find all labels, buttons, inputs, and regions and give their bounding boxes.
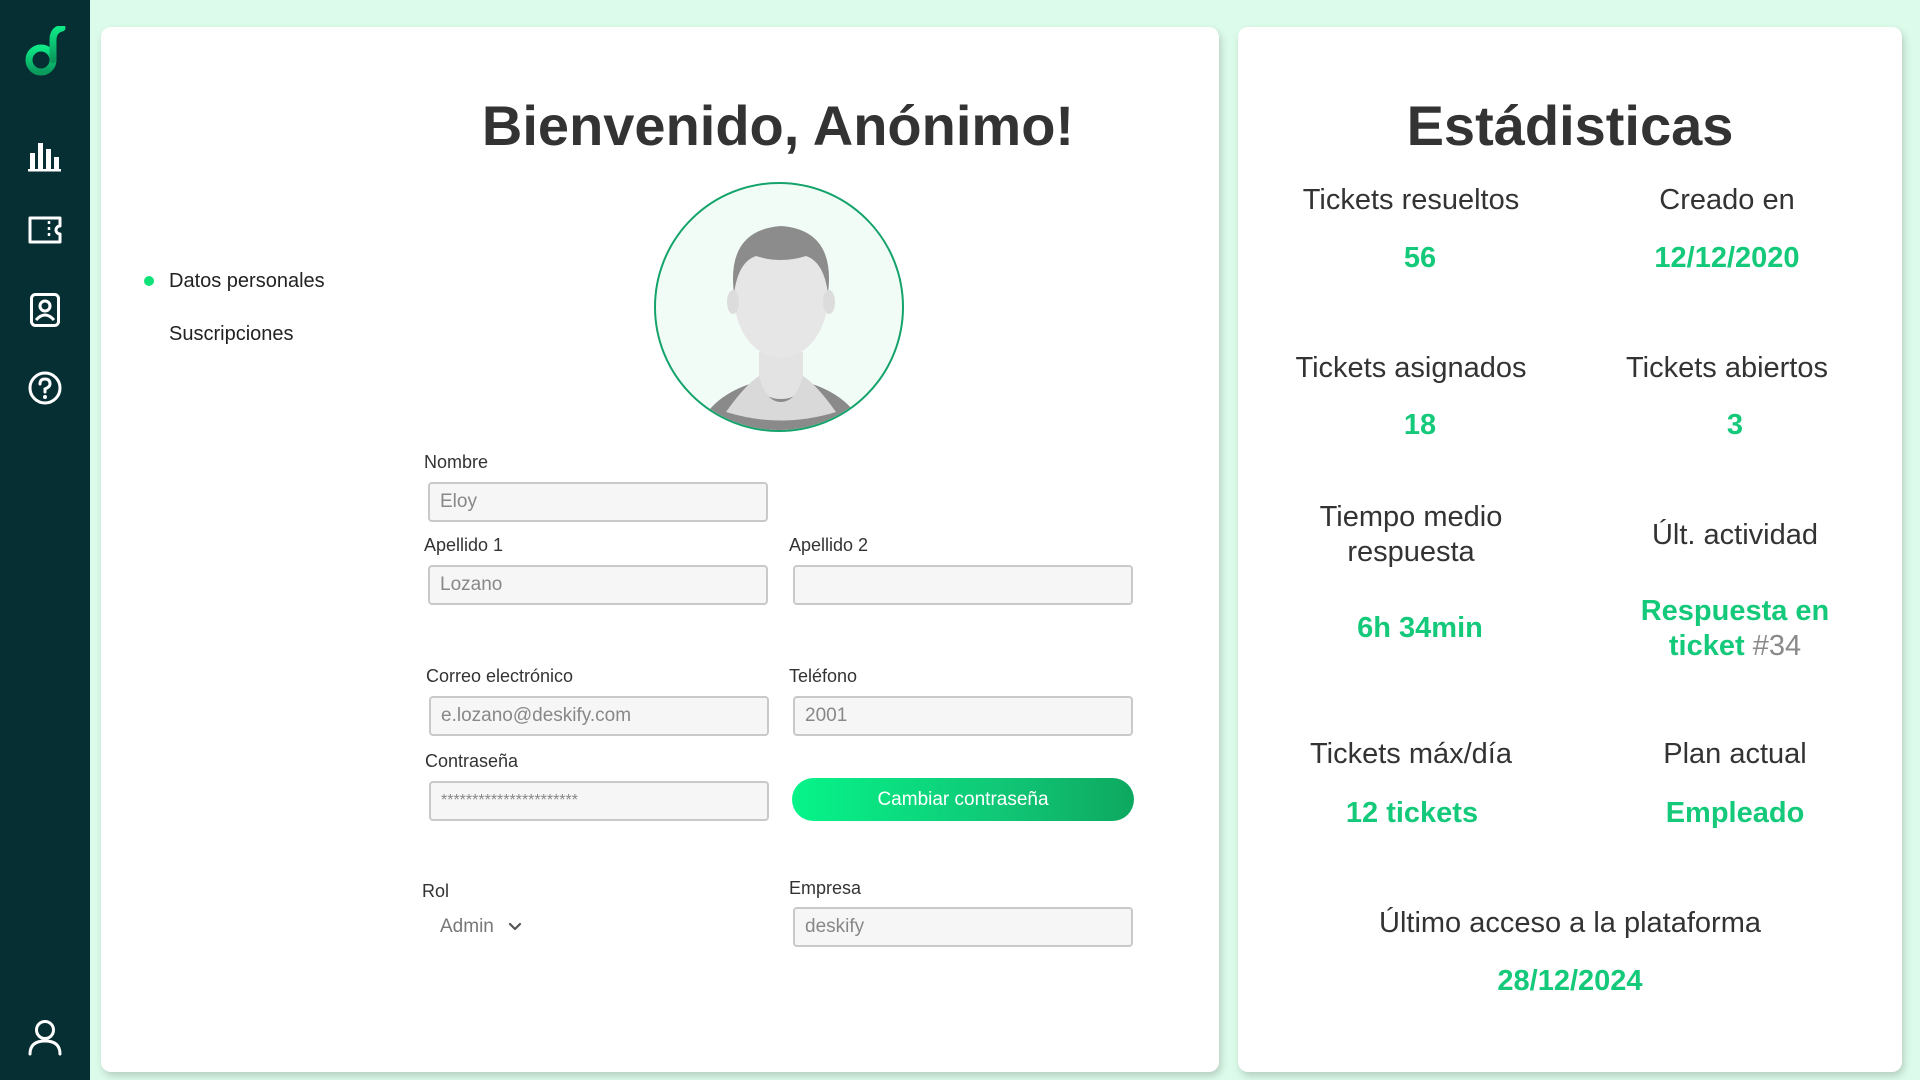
apellido2-label: Apellido 2	[789, 535, 869, 555]
stat-label-tiempo-medio: Tiempo medio respuesta	[1266, 500, 1556, 570]
rol-select[interactable]: Admin	[440, 914, 522, 940]
active-indicator	[144, 276, 154, 286]
stat-label-ultimo-acceso: Último acceso a la plataforma	[1379, 907, 1761, 939]
email-input[interactable]	[429, 696, 769, 736]
apellido1-label: Apellido 1	[424, 535, 504, 555]
stat-label-ultima-actividad: Últ. actividad	[1651, 519, 1818, 551]
stat-label-creado-en: Creado en	[1659, 184, 1795, 216]
stat-label-tickets-resueltos: Tickets resueltos	[1302, 184, 1520, 216]
email-label: Correo electrónico	[426, 666, 574, 686]
stat-label-tickets-asignados: Tickets asignados	[1295, 352, 1527, 384]
stats-title: Estádisticas	[1406, 94, 1734, 157]
contact-icon[interactable]	[20, 285, 70, 335]
stat-value-tiempo-medio: 6h 34min	[1357, 612, 1483, 644]
chevron-down-icon	[508, 922, 521, 931]
password-label: Contraseña	[425, 751, 519, 771]
stat-label-tickets-max-dia: Tickets máx/día	[1310, 738, 1512, 770]
avatar-placeholder-icon	[697, 226, 865, 430]
apellido2-input[interactable]	[793, 565, 1133, 605]
deskify-logo-icon[interactable]	[20, 26, 70, 78]
stat-label-tiempo-line2: respuesta	[1347, 536, 1475, 568]
stat-value-tickets-abiertos: 3	[1726, 409, 1744, 441]
rol-label: Rol	[422, 881, 450, 901]
stat-label-tickets-abiertos: Tickets abiertos	[1626, 352, 1828, 384]
empresa-input[interactable]	[793, 907, 1133, 947]
stat-label-plan-actual: Plan actual	[1663, 738, 1807, 770]
empresa-label: Empresa	[789, 878, 862, 898]
subnav-item-datos-personales[interactable]: Datos personales	[169, 270, 325, 293]
avatar[interactable]	[654, 182, 904, 432]
actividad-line2: ticket	[1668, 630, 1745, 662]
nombre-label: Nombre	[424, 452, 489, 472]
stat-value-plan-actual: Empleado	[1665, 797, 1805, 829]
stat-label-tiempo-line1: Tiempo medio	[1319, 501, 1503, 533]
password-input[interactable]	[429, 781, 769, 821]
apellido1-input[interactable]	[428, 565, 768, 605]
ticket-ref-link[interactable]: #34	[1753, 630, 1801, 662]
stat-value-tickets-max-dia: 12 tickets	[1345, 797, 1479, 829]
actividad-line1: Respuesta en	[1640, 595, 1830, 627]
stat-value-tickets-asignados: 18	[1403, 409, 1437, 441]
stat-value-tickets-resueltos: 56	[1403, 242, 1437, 274]
stat-value-ultimo-acceso: 28/12/2024	[1497, 965, 1643, 997]
subnav-item-suscripciones[interactable]: Suscripciones	[169, 323, 294, 346]
telefono-label: Teléfono	[789, 666, 858, 686]
sidebar	[0, 0, 90, 1080]
change-password-button[interactable]: Cambiar contraseña	[792, 778, 1134, 821]
stat-value-creado-en: 12/12/2020	[1654, 242, 1800, 274]
rol-value: Admin	[440, 916, 494, 937]
nombre-input[interactable]	[428, 482, 768, 522]
help-icon[interactable]	[20, 363, 70, 413]
user-icon[interactable]	[20, 1012, 70, 1062]
ticket-icon[interactable]	[20, 205, 70, 255]
stat-value-ultima-actividad[interactable]: Respuesta en ticket #34	[1590, 594, 1880, 664]
telefono-input[interactable]	[793, 696, 1133, 736]
